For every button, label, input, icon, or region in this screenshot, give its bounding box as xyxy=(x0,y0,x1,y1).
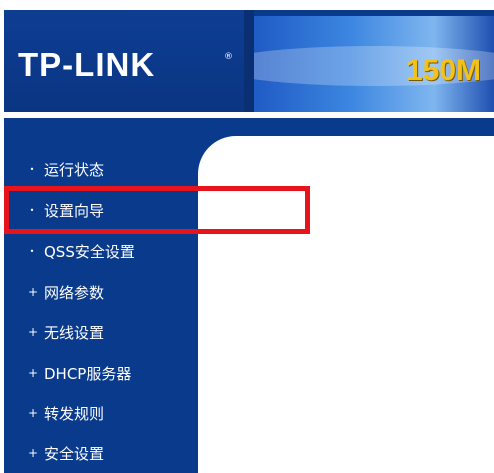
content-area xyxy=(198,118,494,473)
sidebar-item-network-params[interactable]: + 网络参数 xyxy=(28,279,104,305)
sidebar-item-forwarding-rules[interactable]: + 转发规则 xyxy=(28,400,104,426)
sidebar-menu: • 运行状态 • 设置向导 • QSS安全设置 + 网络参数 + 无线设置 + … xyxy=(4,118,198,473)
registered-mark: ® xyxy=(224,52,233,62)
plus-icon: + xyxy=(28,285,39,299)
header-divider xyxy=(244,10,254,112)
product-banner: 150M xyxy=(254,16,494,112)
sidebar-item-dhcp-server[interactable]: + DHCP服务器 xyxy=(28,360,131,386)
window-top-edge xyxy=(0,0,494,10)
sidebar-item-label: 网络参数 xyxy=(44,283,105,302)
bullet-icon: • xyxy=(29,164,35,174)
plus-icon: + xyxy=(28,366,39,380)
sidebar-item-running-status[interactable]: • 运行状态 xyxy=(28,156,104,182)
header: TP-LINK ® 150M xyxy=(4,10,494,112)
highlight-annotation-box xyxy=(4,186,310,234)
sidebar-item-label: 运行状态 xyxy=(44,160,105,179)
sidebar-item-wireless-settings[interactable]: + 无线设置 xyxy=(28,319,104,345)
banner-speed-text: 150M xyxy=(406,54,482,87)
bullet-icon: • xyxy=(29,246,35,256)
sidebar-item-label: QSS安全设置 xyxy=(44,242,135,261)
sidebar-item-qss-security[interactable]: • QSS安全设置 xyxy=(28,238,135,264)
sidebar-item-label: 无线设置 xyxy=(44,323,105,342)
sidebar-item-security-settings[interactable]: + 安全设置 xyxy=(28,440,104,466)
sidebar-item-label: 安全设置 xyxy=(44,444,105,463)
plus-icon: + xyxy=(28,325,39,339)
logo-panel: TP-LINK ® xyxy=(4,10,244,112)
plus-icon: + xyxy=(28,446,39,460)
plus-icon: + xyxy=(28,406,39,420)
tp-link-logo: TP-LINK xyxy=(18,46,156,83)
sidebar-item-label: DHCP服务器 xyxy=(44,364,132,383)
sidebar-item-label: 转发规则 xyxy=(44,404,105,423)
